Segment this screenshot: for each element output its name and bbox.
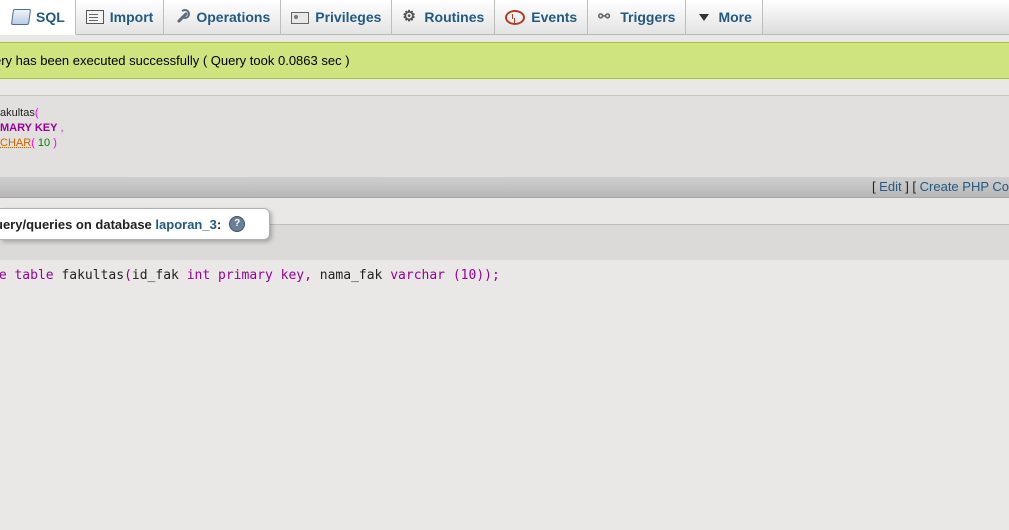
tab-label: Import: [109, 9, 154, 25]
bracket: ] [: [901, 179, 920, 194]
code-token: varchar: [390, 268, 446, 283]
help-icon[interactable]: ?: [229, 216, 246, 232]
tab-operations[interactable]: Operations: [164, 0, 282, 34]
legend-colon: :: [216, 216, 222, 232]
sql-editor[interactable]: te table fakultas(id_fak int primary key…: [0, 260, 1009, 530]
wrench-icon: [174, 9, 191, 25]
query-box-legend: uery/queries on database laporan_3: ?: [0, 208, 270, 240]
tab-events[interactable]: Events: [495, 0, 589, 34]
sql-editor-text[interactable]: te table fakultas(id_fak int primary key…: [0, 268, 500, 283]
tab-label: Operations: [196, 9, 271, 25]
success-text: ery has been executed successfully ( Que…: [0, 53, 350, 68]
tab-sql[interactable]: SQL: [0, 0, 76, 35]
code-token: (: [124, 268, 132, 283]
code-token: nama_fak: [311, 268, 391, 283]
code-token: fakultas: [53, 268, 125, 283]
code-token: primary key,: [218, 268, 312, 283]
tab-label: Privileges: [315, 9, 382, 25]
sql-icon: [10, 9, 32, 25]
triggers-icon: [598, 8, 614, 25]
formatted-sql: akultas( MARY KEY , CHAR( 10 ): [0, 95, 1009, 177]
code-token: int: [186, 268, 211, 283]
sql-line-3: CHAR( 10 ): [0, 136, 57, 151]
sql-line-1: akultas(: [0, 106, 39, 121]
edit-link[interactable]: Edit: [879, 179, 901, 194]
sql-paren: (: [34, 107, 39, 119]
code-token: te: [0, 268, 7, 283]
triangle-down-icon: [696, 9, 712, 25]
sql-line-2: MARY KEY ,: [0, 121, 64, 136]
tab-label: Events: [531, 9, 578, 25]
sql-table-name: akultas: [0, 107, 35, 119]
sql-paren: (: [31, 137, 38, 149]
query-tools-bar: [ Edit ] [ Create PHP Co: [0, 177, 1009, 198]
success-message: ery has been executed successfully ( Que…: [0, 42, 1009, 79]
tab-label: Routines: [424, 9, 485, 25]
clock-icon: [505, 9, 526, 25]
tab-privileges[interactable]: Privileges: [281, 0, 393, 34]
privileges-icon: [291, 12, 310, 24]
sql-comma: ,: [57, 122, 64, 134]
tab-routines[interactable]: Routines: [392, 0, 496, 34]
sql-type[interactable]: CHAR: [0, 137, 31, 149]
routines-icon: [402, 7, 418, 25]
tab-bar: SQL Import Operations Privileges Routine…: [0, 0, 1009, 35]
code-token: table: [14, 268, 54, 283]
code-token: ));: [476, 268, 500, 283]
tab-label: More: [718, 9, 752, 25]
legend-text: uery/queries on database: [0, 216, 152, 232]
sql-keyword: MARY KEY: [0, 122, 58, 134]
database-name: laporan_3: [155, 216, 217, 232]
tab-import[interactable]: Import: [75, 0, 165, 34]
code-token: (: [445, 268, 461, 283]
tab-label: SQL: [36, 9, 65, 25]
tab-label: Triggers: [620, 9, 676, 25]
query-links: [ Edit ] [ Create PHP Co: [872, 177, 1009, 197]
sql-paren: ): [50, 137, 57, 149]
create-php-code-link[interactable]: Create PHP Co: [920, 179, 1009, 194]
import-icon: [85, 10, 104, 24]
sql-number: 10: [37, 137, 51, 149]
tab-more[interactable]: More: [686, 0, 763, 34]
code-token: 10: [460, 268, 477, 283]
code-token: id_fak: [131, 268, 187, 283]
tab-triggers[interactable]: Triggers: [588, 0, 687, 34]
